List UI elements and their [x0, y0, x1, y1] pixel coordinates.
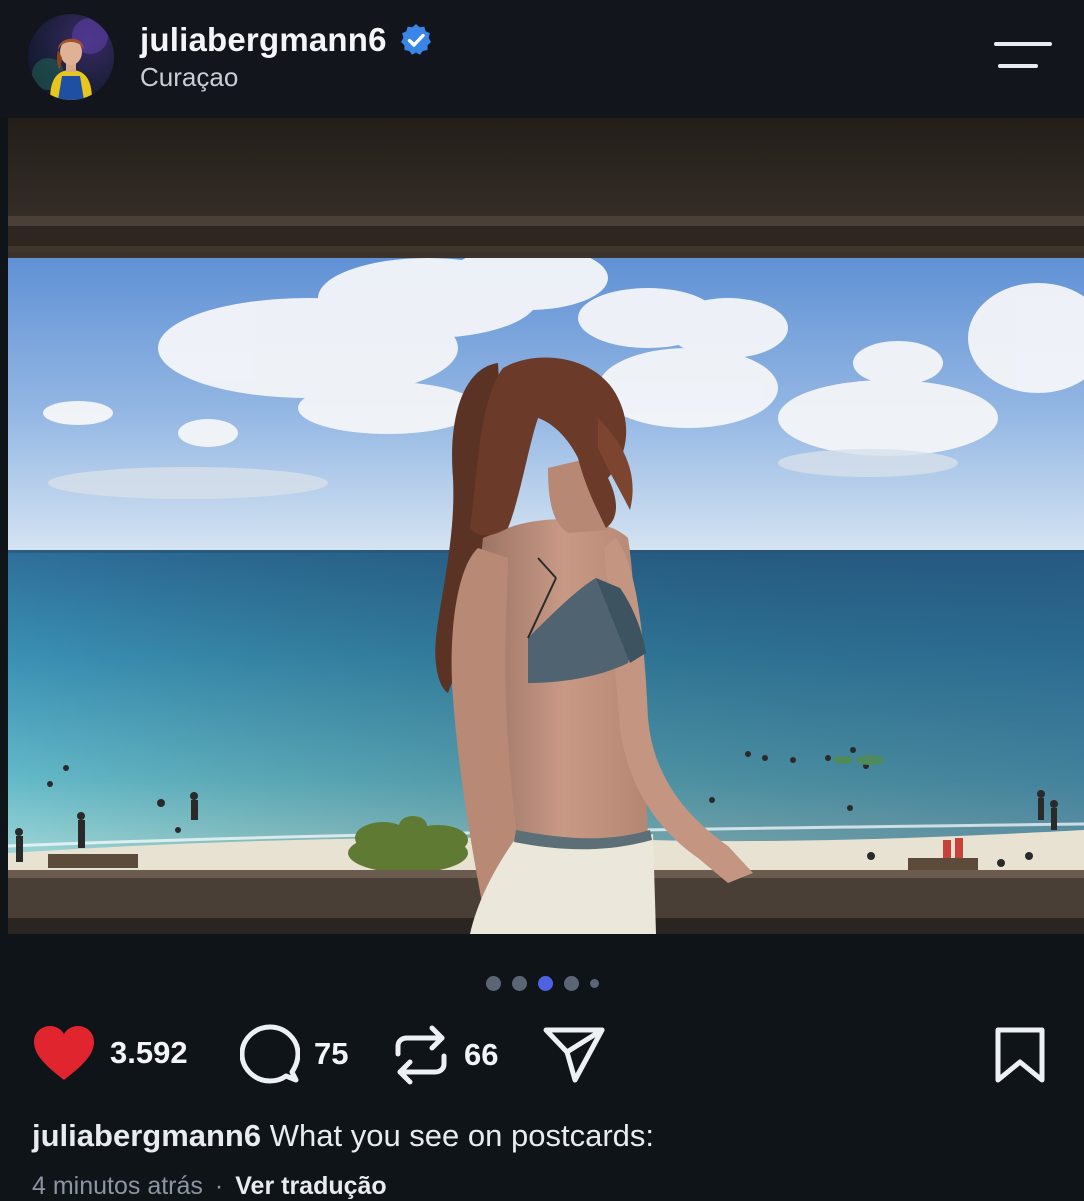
beach-photo-illustration	[8, 118, 1084, 934]
post-location[interactable]: Curaçao	[140, 62, 238, 93]
post-actions-bar: 3.592 75 66	[0, 1020, 1084, 1090]
post-photo[interactable]	[8, 118, 1084, 934]
post-caption: juliabergmann6 What you see on postcards…	[32, 1118, 654, 1154]
comment-button[interactable]: 75	[240, 1024, 348, 1084]
post-header: juliabergmann6 Curaçao	[0, 0, 1084, 118]
post-meta: 4 minutos atrás · Ver tradução	[32, 1172, 387, 1201]
translate-link[interactable]: Ver tradução	[235, 1172, 386, 1200]
comment-bubble-icon	[240, 1024, 300, 1084]
carousel-dot	[485, 975, 501, 991]
verified-badge-icon	[400, 24, 431, 55]
caption-username[interactable]: juliabergmann6	[32, 1118, 261, 1153]
caption-text: What you see on postcards:	[269, 1118, 654, 1153]
carousel-dot	[563, 975, 579, 991]
heart-icon	[34, 1026, 94, 1080]
repost-count: 66	[464, 1037, 499, 1072]
comment-count: 75	[314, 1036, 349, 1071]
meta-separator: ·	[214, 1172, 224, 1200]
repost-icon	[395, 1025, 447, 1085]
username[interactable]: juliabergmann6	[140, 21, 387, 59]
like-button[interactable]: 3.592	[32, 1024, 188, 1082]
save-button[interactable]	[994, 1026, 1046, 1084]
avatar-image	[32, 18, 108, 100]
hamburger-menu-icon[interactable]	[994, 38, 1052, 74]
repost-button[interactable]: 66	[392, 1024, 498, 1086]
like-count: 3.592	[110, 1035, 188, 1070]
share-button[interactable]	[543, 1026, 605, 1084]
carousel-indicator	[0, 968, 1084, 998]
bookmark-icon	[995, 1027, 1045, 1083]
carousel-dot	[589, 978, 599, 988]
post-timestamp: 4 minutos atrás	[32, 1172, 203, 1200]
avatar[interactable]	[28, 14, 114, 100]
carousel-dot	[537, 975, 553, 991]
carousel-dot	[511, 975, 527, 991]
send-icon	[543, 1027, 605, 1083]
username-row: juliabergmann6	[140, 20, 433, 60]
